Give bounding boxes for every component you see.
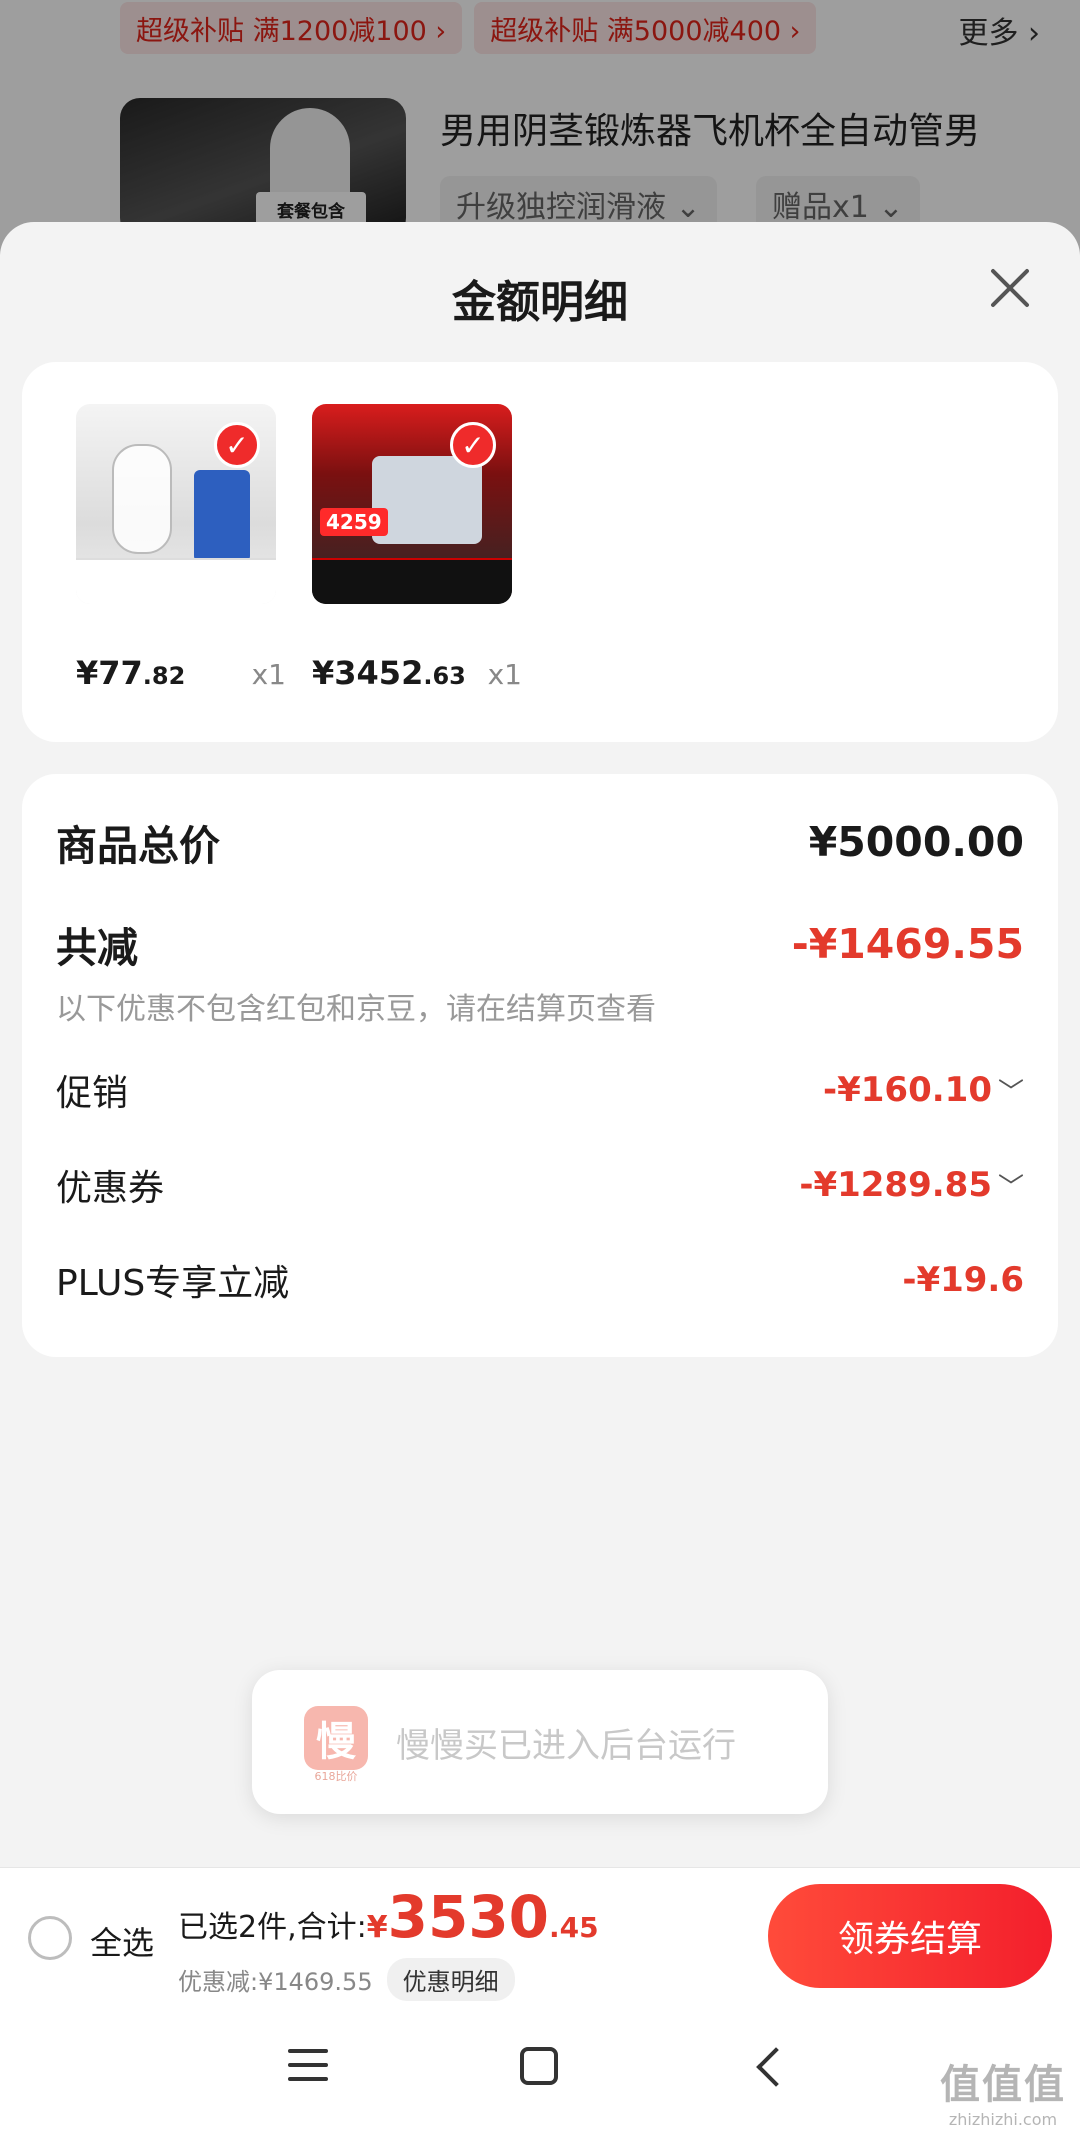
total-amount-int: 3530: [387, 1883, 550, 1951]
chevron-down-icon[interactable]: ﹀: [998, 1072, 1024, 1109]
checkout-bar: 全选 已选2件,合计: ¥ 3530 .45 优惠减:¥1469.55 优惠明细…: [0, 1867, 1080, 2003]
sheet-title: 金额明细: [452, 277, 628, 328]
watermark-logo: 值值值: [940, 2062, 1066, 2108]
total-reduce-label: 共减: [56, 924, 138, 972]
total-reduce-value: -¥1469.55: [791, 920, 1024, 968]
chevron-down-icon[interactable]: ﹀: [998, 1167, 1024, 1204]
background-run-toast: 慢 618比价 慢慢买已进入后台运行: [252, 1670, 828, 1814]
range-hood-image: [372, 456, 482, 544]
amount-detail-sheet: 金额明细 ✓ ¥77.82 x1 4259 ✓ ¥3452.63 x1 商品总价…: [0, 222, 1080, 1867]
toast-message: 慢慢买已进入后台运行: [396, 1726, 736, 1766]
price-summary-card: 商品总价 ¥5000.00 共减 -¥1469.55 以下优惠不包含红包和京豆，…: [22, 774, 1058, 1357]
check-icon[interactable]: ✓: [450, 422, 496, 468]
total-price-row: 商品总价 ¥5000.00: [56, 812, 1024, 872]
plus-value: -¥19.6: [902, 1260, 1024, 1300]
coupon-value[interactable]: -¥1289.85 ﹀: [799, 1165, 1024, 1205]
image-strip: [312, 558, 512, 604]
total-line: 已选2件,合计: ¥ 3530 .45: [178, 1888, 599, 1946]
product-shape: [112, 444, 172, 554]
product-image: ✓: [76, 404, 276, 604]
back-icon[interactable]: [756, 2047, 796, 2087]
plus-label: PLUS专享立减: [56, 1263, 290, 1304]
check-icon[interactable]: ✓: [214, 422, 260, 468]
promo-value[interactable]: -¥160.10 ﹀: [823, 1070, 1024, 1110]
total-reduce-row: 共减 -¥1469.55: [56, 914, 1024, 974]
product-price: ¥3452.63: [312, 654, 466, 692]
discount-detail-button[interactable]: 优惠明细: [386, 1958, 515, 2001]
image-price-tag: 4259: [320, 508, 388, 536]
plus-row: PLUS专享立减 -¥19.6: [56, 1254, 1024, 1306]
lube-tube-image: [194, 470, 250, 562]
coupon-row[interactable]: 优惠券 -¥1289.85 ﹀: [56, 1159, 1024, 1211]
coupon-label: 优惠券: [56, 1168, 165, 1209]
system-nav-bar: [0, 2003, 1080, 2135]
home-icon[interactable]: [520, 2047, 558, 2085]
checkout-button[interactable]: 领券结算: [768, 1884, 1052, 1988]
image-strip: [76, 558, 276, 604]
watermark: 值值值 zhizhizhi.com: [940, 2052, 1066, 2129]
yen-symbol: ¥: [366, 1910, 388, 1945]
total-price-label: 商品总价: [56, 822, 220, 870]
product-quantity: x1: [487, 658, 522, 691]
discount-line: 优惠减:¥1469.55 优惠明细: [178, 1958, 515, 2001]
note-text: 以下优惠不包含红包和京豆，请在结算页查看: [56, 992, 656, 1027]
total-price-value: ¥5000.00: [808, 818, 1024, 866]
menu-icon[interactable]: [288, 2049, 328, 2085]
product-quantity: x1: [251, 658, 286, 691]
product-card: ✓ ¥77.82 x1 4259 ✓ ¥3452.63 x1: [22, 362, 1058, 742]
product-price: ¥77.82: [76, 654, 186, 692]
selected-count-label: 已选2件,合计:: [178, 1910, 367, 1945]
promo-row[interactable]: 促销 -¥160.10 ﹀: [56, 1064, 1024, 1116]
select-all-radio[interactable]: [28, 1916, 72, 1960]
product-image: 4259 ✓: [312, 404, 512, 604]
total-amount-dec: .45: [549, 1911, 599, 1944]
promo-label: 促销: [56, 1073, 129, 1114]
app-icon-caption: 618比价: [314, 1770, 358, 1783]
discount-note: 以下优惠不包含红包和京豆，请在结算页查看: [56, 984, 1024, 1028]
discount-amount: 优惠减:¥1469.55: [178, 1968, 373, 1996]
close-icon[interactable]: [982, 260, 1038, 316]
manmanmai-app-icon: 慢: [304, 1706, 368, 1770]
select-all-label[interactable]: 全选: [90, 1918, 154, 1964]
watermark-url: zhizhizhi.com: [948, 2110, 1058, 2129]
